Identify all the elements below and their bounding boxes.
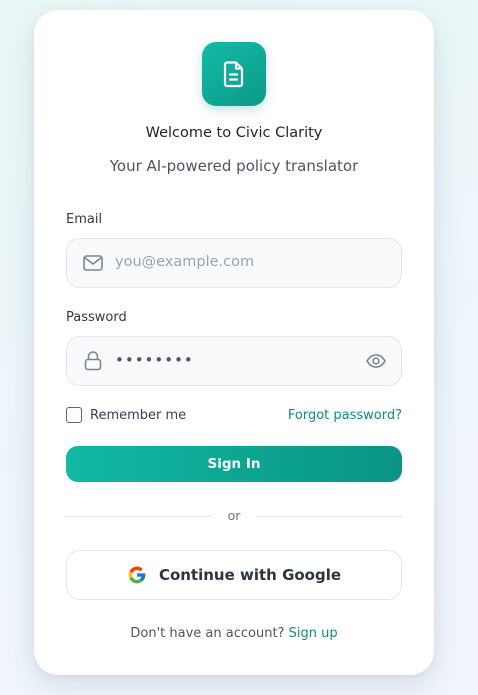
remember-me[interactable]: Remember me <box>66 407 186 423</box>
google-label: Continue with Google <box>158 566 342 584</box>
google-icon <box>127 565 147 585</box>
password-value: •••••••• <box>115 351 194 369</box>
eye-icon[interactable] <box>365 351 387 371</box>
document-icon <box>202 42 266 106</box>
page-subtitle: Your AI-powered policy translator <box>109 157 359 175</box>
email-field[interactable]: you@example.com <box>66 238 402 288</box>
lock-icon <box>83 351 103 371</box>
email-label: Email <box>66 212 103 227</box>
divider-line-right <box>257 516 402 517</box>
password-field[interactable]: •••••••• <box>66 336 402 386</box>
google-sign-in-button[interactable]: Continue with Google <box>66 550 402 600</box>
login-card: Welcome to Civic Clarity Your AI-powered… <box>34 10 434 675</box>
email-placeholder: you@example.com <box>115 254 255 270</box>
mail-icon <box>83 253 103 273</box>
signup-link[interactable]: Sign up <box>289 626 338 641</box>
remember-label: Remember me <box>90 407 187 423</box>
sign-in-button[interactable]: Sign In <box>66 446 402 482</box>
signup-prompt: Don't have an account? <box>130 626 285 641</box>
divider: or <box>66 507 402 525</box>
forgot-password-link[interactable]: Forgot password? <box>288 408 402 423</box>
signup-row: Don't have an account? Sign up <box>34 626 434 641</box>
page-title: Welcome to Civic Clarity <box>145 125 323 141</box>
password-label: Password <box>66 310 127 325</box>
remember-checkbox[interactable] <box>66 407 82 423</box>
